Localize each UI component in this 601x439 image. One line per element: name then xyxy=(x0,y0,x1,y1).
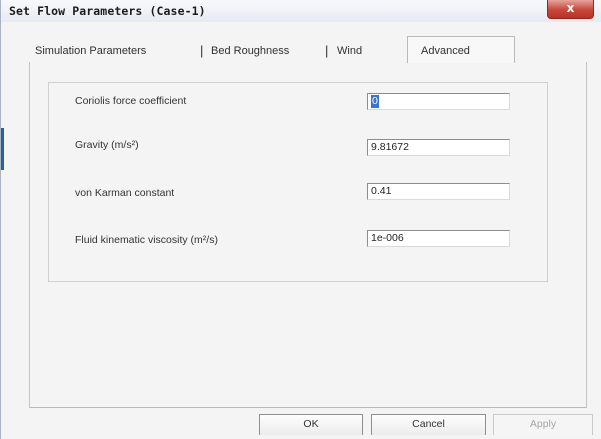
von-karman-input[interactable]: 0.41 xyxy=(367,183,510,200)
viscosity-input[interactable]: 1e-006 xyxy=(367,230,510,247)
tab-separator: | xyxy=(325,43,329,58)
gravity-label: Gravity (m/s²) xyxy=(75,139,139,151)
window-title: Set Flow Parameters (Case-1) xyxy=(9,4,206,18)
coriolis-value: 0 xyxy=(371,95,379,108)
advanced-parameters-group: Coriolis force coefficient 0 Gravity (m/… xyxy=(48,82,548,282)
coriolis-input[interactable]: 0 xyxy=(367,93,510,110)
window-edge-accent xyxy=(1,128,4,170)
tab-separator: | xyxy=(200,43,204,58)
close-icon: x xyxy=(566,1,575,15)
advanced-tab-panel: Coriolis force coefficient 0 Gravity (m/… xyxy=(29,62,587,408)
von-karman-label: von Karman constant xyxy=(75,187,175,199)
viscosity-label: Fluid kinematic viscosity (m²/s) xyxy=(75,234,218,246)
tab-simulation-parameters[interactable]: Simulation Parameters xyxy=(35,40,146,62)
close-button[interactable]: x xyxy=(547,0,594,19)
apply-button[interactable]: Apply xyxy=(493,414,593,435)
gravity-input[interactable]: 9.81672 xyxy=(367,139,510,156)
tab-advanced[interactable]: Advanced xyxy=(421,40,470,62)
tab-bed-roughness[interactable]: Bed Roughness xyxy=(211,40,289,62)
tab-strip: Simulation Parameters | Bed Roughness | … xyxy=(29,36,515,63)
tab-wind[interactable]: Wind xyxy=(337,40,362,62)
title-bar[interactable]: Set Flow Parameters (Case-1) x xyxy=(1,0,601,22)
coriolis-label: Coriolis force coefficient xyxy=(75,95,187,107)
dialog-window: Set Flow Parameters (Case-1) x Simulatio… xyxy=(0,0,601,439)
cancel-button[interactable]: Cancel xyxy=(371,414,486,435)
bottom-separator xyxy=(29,407,587,408)
ok-button[interactable]: OK xyxy=(259,414,363,435)
